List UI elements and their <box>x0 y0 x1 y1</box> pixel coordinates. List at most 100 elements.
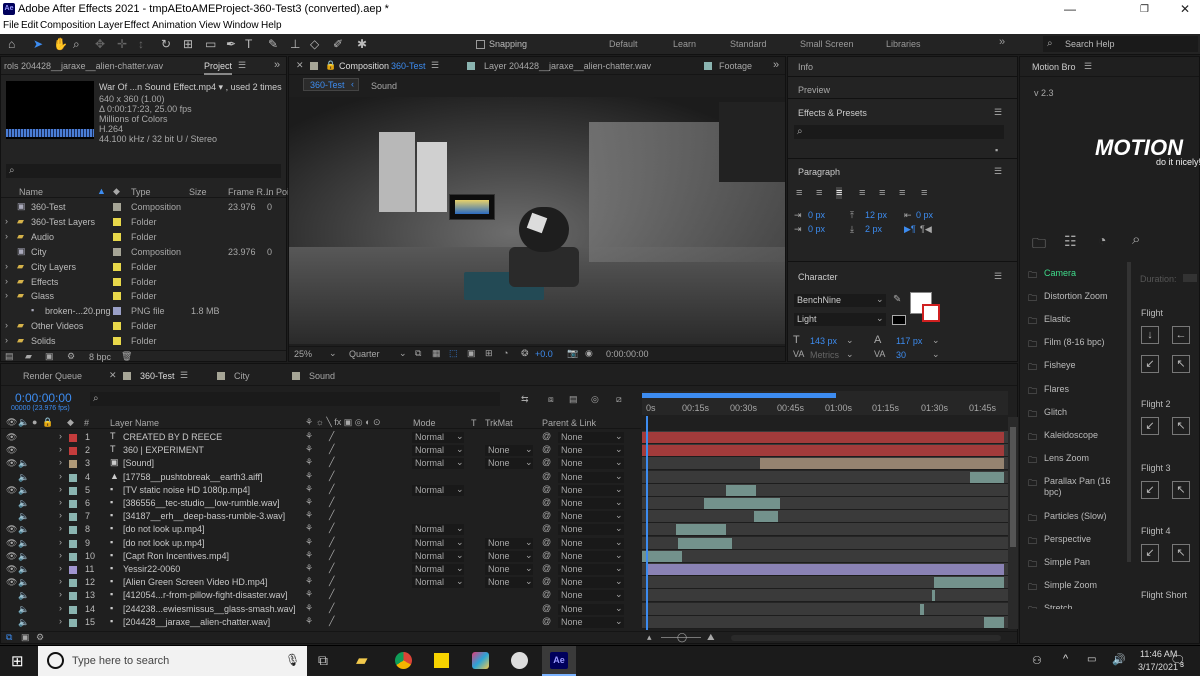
layer-label-swatch[interactable] <box>69 434 77 442</box>
col-name[interactable]: Name <box>19 187 43 197</box>
chevron-right-icon[interactable]: › <box>59 484 62 494</box>
arrow-up-left-preset-icon[interactable]: ↖ <box>1172 417 1190 435</box>
space-after-value[interactable]: 2 px <box>865 224 882 234</box>
menu-layer[interactable]: Layer <box>98 20 123 31</box>
preset-item[interactable]: 🗀 Simple Zoom <box>1026 576 1126 598</box>
layer-name[interactable]: [do not look up.mp4] <box>123 538 205 548</box>
chevron-right-icon[interactable]: › <box>59 550 62 560</box>
shy-switch-icon[interactable]: ⚘ <box>305 444 313 455</box>
eye-icon[interactable]: 👁 <box>6 458 17 469</box>
eye-icon[interactable]: 👁 <box>6 432 17 443</box>
panel-menu-icon[interactable]: ☰ <box>238 60 246 71</box>
preset-item[interactable]: 🗀 Parallax Pan (16 bpc) <box>1026 472 1126 506</box>
shy-switch-icon[interactable]: ⚘ <box>305 603 313 614</box>
preset-item[interactable]: 🗀 Glitch <box>1026 403 1126 425</box>
label-color-swatch[interactable] <box>113 217 121 226</box>
align-right-icon[interactable]: ≡ <box>836 187 843 199</box>
microphone-icon[interactable]: 🎙 <box>285 653 300 667</box>
arrow-down-left-preset-icon[interactable]: ↙ <box>1141 417 1159 435</box>
info-tab[interactable]: Info <box>798 62 813 72</box>
slack-icon[interactable] <box>472 652 489 669</box>
speaker-icon[interactable]: 🔈 <box>18 458 29 469</box>
pick-whip-icon[interactable]: @ <box>542 576 551 586</box>
chevron-right-icon[interactable]: › <box>5 320 8 330</box>
task-view-icon[interactable]: ⧉ <box>318 652 328 669</box>
chevron-right-icon[interactable]: › <box>5 261 8 271</box>
track-row[interactable] <box>642 549 1008 563</box>
parent-select[interactable]: None ⌄ <box>558 510 624 523</box>
effects-search-input[interactable]: ⌕ <box>794 125 1004 139</box>
workspace-standard[interactable]: Standard <box>730 39 767 49</box>
blend-mode-select[interactable]: Normal ⌄ <box>412 431 464 443</box>
layer-name[interactable]: [204428__jaraxe__alien-chatter.wav] <box>123 617 270 627</box>
label-color-swatch[interactable] <box>113 262 121 271</box>
ltr-direction-icon[interactable]: ▶¶ <box>904 224 916 235</box>
show-hidden-icons-icon[interactable]: ^ <box>1063 653 1068 665</box>
speaker-icon[interactable]: 🔈 <box>18 590 29 601</box>
parent-select[interactable]: None ⌄ <box>558 497 624 509</box>
snapshot-icon[interactable]: 📷 <box>567 348 578 359</box>
label-color-swatch[interactable] <box>113 277 121 286</box>
project-tab[interactable]: Project <box>204 61 233 75</box>
project-search-input[interactable]: ⌕ <box>6 164 281 178</box>
layer-row[interactable]: 👁 🔈 › 9 ▪ [do not look up.mp4] ⚘ ╱ Normal ⌄ None ⌄ @… <box>1 537 641 550</box>
layer-duration-bar[interactable] <box>934 577 1004 589</box>
trkmat-select[interactable]: None ⌄ <box>485 550 533 562</box>
preview-tab[interactable]: Preview <box>798 85 830 95</box>
eye-icon[interactable]: 👁 <box>6 564 17 575</box>
justify-left-icon[interactable]: ≡ <box>859 187 865 199</box>
type-tool-icon[interactable]: T <box>245 37 252 51</box>
project-item[interactable]: › ▰ Other Videos Folder <box>1 319 286 334</box>
panel-menu-icon[interactable]: ☰ <box>1084 61 1092 72</box>
font-size-value[interactable]: 143 px <box>810 336 837 346</box>
workspace-small-screen[interactable]: Small Screen <box>800 39 854 49</box>
label-col-icon[interactable]: ◆ <box>113 186 120 197</box>
panel-menu-icon[interactable]: ☰ <box>180 370 188 381</box>
timeline-tab-360-test[interactable]: 360-Test <box>140 371 175 381</box>
project-settings-icon[interactable]: ⚙ <box>67 351 75 362</box>
shy-switch-icon[interactable]: ⚘ <box>305 589 313 600</box>
parent-select[interactable]: None ⌄ <box>558 563 624 575</box>
panel-menu-icon[interactable]: ☰ <box>431 60 439 71</box>
parent-select[interactable]: None ⌄ <box>558 523 624 536</box>
switches-icons[interactable]: ⚘ ☼ ╲ fx ▣ ◎ ◐ ⊙ <box>305 417 381 428</box>
footage-tab[interactable]: Footage <box>719 61 752 71</box>
resolution-select[interactable]: Quarter <box>349 349 380 359</box>
pick-whip-icon[interactable]: @ <box>542 444 551 454</box>
pick-whip-icon[interactable]: @ <box>542 550 551 560</box>
app-icon[interactable] <box>511 652 528 669</box>
shy-switch-icon[interactable]: ⚘ <box>305 576 313 587</box>
sticky-notes-icon[interactable] <box>434 653 449 668</box>
layer-label-swatch[interactable] <box>69 500 77 508</box>
composition-tab[interactable]: Composition <box>339 61 389 71</box>
label-color-swatch[interactable] <box>113 232 121 241</box>
effect-controls-tab[interactable]: rols 204428__jaraxe__alien-chatter.wav <box>4 61 163 71</box>
shy-switch-icon[interactable]: ⚘ <box>305 457 313 468</box>
chevron-right-icon[interactable]: › <box>59 457 62 467</box>
col-frame-rate[interactable]: Frame R... <box>228 187 271 197</box>
workspace-learn[interactable]: Learn <box>673 39 696 49</box>
new-bin-icon[interactable]: ▪ <box>995 145 998 155</box>
pick-whip-icon[interactable]: @ <box>542 589 551 599</box>
chevron-right-icon[interactable]: › <box>59 444 62 454</box>
taskbar-search-box[interactable]: Type here to search 🎙 <box>38 646 307 676</box>
chevron-right-icon[interactable]: › <box>5 335 8 345</box>
shy-switch-icon[interactable]: ⚘ <box>305 484 313 495</box>
solo-switch-icon[interactable]: ● <box>32 417 37 427</box>
parent-select[interactable]: None ⌄ <box>558 484 624 496</box>
chevron-right-icon[interactable]: › <box>59 537 62 547</box>
timeline-search-input[interactable]: ⌕ <box>90 392 500 406</box>
blend-mode-select[interactable]: Normal ⌄ <box>412 457 464 470</box>
pen-tool-icon[interactable]: ✒ <box>226 37 236 51</box>
label-color-swatch[interactable] <box>113 292 121 301</box>
col-size[interactable]: Size <box>189 187 207 197</box>
eye-icon[interactable]: 👁 <box>6 551 17 562</box>
chevron-right-icon[interactable]: › <box>59 510 62 520</box>
label-col-icon[interactable]: ◆ <box>67 417 74 428</box>
quality-switch-icon[interactable]: ╱ <box>329 550 334 561</box>
after-effects-taskbar-button[interactable]: Ae <box>542 646 576 676</box>
arrow-up-left-preset-icon[interactable]: ↖ <box>1172 355 1190 373</box>
project-item[interactable]: ▪ broken-...20.png PNG file 1.8 MB <box>1 304 286 319</box>
layer-label-swatch[interactable] <box>69 539 77 548</box>
zoom-tool-icon[interactable]: ⌕ <box>73 37 80 52</box>
